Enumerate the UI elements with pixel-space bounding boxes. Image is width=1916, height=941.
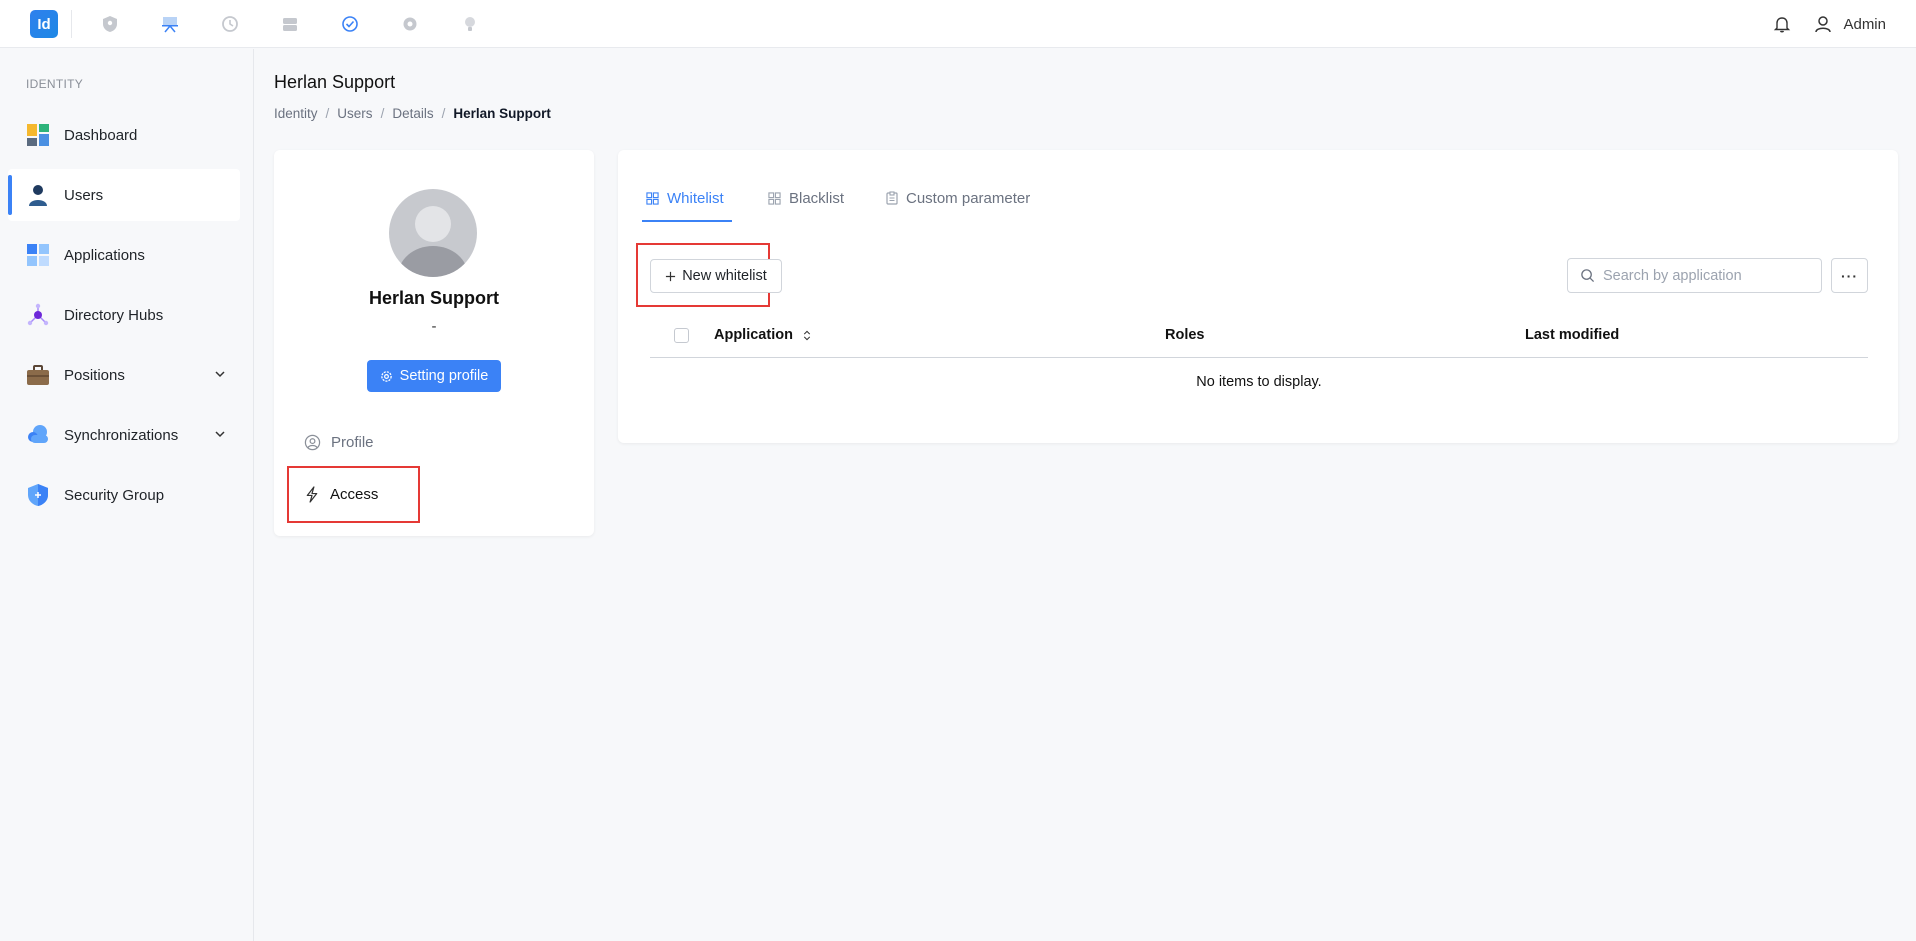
tab-blacklist[interactable]: Blacklist (768, 178, 844, 218)
breadcrumb-separator: / (441, 106, 446, 121)
user-circle-icon (304, 434, 321, 451)
setting-profile-label: Setting profile (399, 368, 489, 384)
profile-card: Herlan Support - Setting profile Profile… (274, 150, 594, 536)
sidebar: IDENTITY Dashboard Users Applications Di… (0, 49, 254, 941)
check-circle-app-icon[interactable] (338, 12, 362, 36)
avatar (389, 189, 477, 277)
breadcrumb-users[interactable]: Users (337, 106, 372, 121)
sidebar-item-positions[interactable]: Positions (8, 349, 240, 401)
applications-icon (25, 242, 51, 268)
search-icon (1580, 268, 1595, 283)
lightbulb-app-icon[interactable] (458, 12, 482, 36)
sidebar-section-label: IDENTITY (26, 77, 84, 91)
column-last-modified: Last modified (1525, 327, 1620, 343)
more-options-button[interactable]: ··· (1831, 258, 1868, 293)
sidebar-item-directory-hubs[interactable]: Directory Hubs (8, 289, 240, 341)
plus-icon (665, 271, 676, 282)
breadcrumb-separator: / (325, 106, 330, 121)
sort-icon (803, 330, 811, 341)
grid-icon (646, 191, 659, 205)
sidebar-item-users[interactable]: Users (8, 169, 240, 221)
new-whitelist-button[interactable]: New whitelist (650, 259, 782, 293)
user-name: Admin (1843, 15, 1886, 33)
sidebar-item-security-group[interactable]: Security Group (8, 469, 240, 521)
briefcase-icon (25, 362, 51, 388)
select-all-checkbox[interactable] (674, 328, 689, 343)
chevron-down-icon[interactable] (214, 367, 226, 384)
drive-app-icon[interactable] (278, 12, 302, 36)
column-roles: Roles (1165, 327, 1205, 343)
cloud-sync-icon (25, 422, 51, 448)
top-bar: Id Admin (0, 0, 1916, 48)
profile-subtitle: - (431, 318, 437, 335)
app-logo[interactable]: Id (30, 10, 58, 38)
sidebar-item-applications[interactable]: Applications (8, 229, 240, 281)
empty-state: No items to display. (1196, 374, 1322, 390)
active-tab-indicator (642, 220, 732, 222)
search-input[interactable] (1603, 267, 1803, 284)
profile-name: Herlan Support (368, 288, 499, 308)
breadcrumb-details[interactable]: Details (392, 106, 433, 121)
tab-whitelist[interactable]: Whitelist (646, 178, 724, 218)
column-application[interactable]: Application (714, 327, 811, 343)
breadcrumb-identity[interactable]: Identity (274, 106, 318, 121)
tab-custom-parameter[interactable]: Custom parameter (886, 178, 1030, 218)
profile-menu-profile[interactable]: Profile (304, 422, 374, 462)
breadcrumb-separator: / (380, 106, 385, 121)
sidebar-item-synchronizations[interactable]: Synchronizations (8, 409, 240, 461)
breadcrumb-current: Herlan Support (453, 106, 551, 121)
gear-icon (380, 370, 393, 383)
dashboard-icon (25, 122, 51, 148)
hub-icon (25, 302, 51, 328)
lightning-icon (304, 485, 320, 503)
grid-icon (768, 191, 781, 205)
presentation-app-icon[interactable] (158, 12, 182, 36)
page-title: Herlan Support (274, 72, 396, 92)
clipboard-icon (886, 191, 898, 205)
access-panel: Whitelist Blacklist Custom parameter New… (618, 150, 1898, 443)
bell-icon[interactable] (1773, 15, 1791, 33)
setting-profile-button[interactable]: Setting profile (367, 360, 501, 392)
shield-icon (25, 482, 51, 508)
user-icon (1813, 14, 1833, 34)
table-header: Application Roles Last modified (650, 316, 1868, 358)
shield-app-icon[interactable] (98, 12, 122, 36)
search-field[interactable] (1567, 258, 1822, 293)
user-menu[interactable]: Admin (1813, 14, 1886, 34)
clock-app-icon[interactable] (218, 12, 242, 36)
user-icon (25, 182, 51, 208)
gear-app-icon[interactable] (398, 12, 422, 36)
profile-menu-access[interactable]: Access (304, 474, 378, 514)
chevron-down-icon[interactable] (214, 427, 226, 444)
sidebar-item-dashboard[interactable]: Dashboard (8, 109, 240, 161)
breadcrumb: Identity / Users / Details / Herlan Supp… (274, 106, 551, 121)
divider (71, 10, 72, 38)
